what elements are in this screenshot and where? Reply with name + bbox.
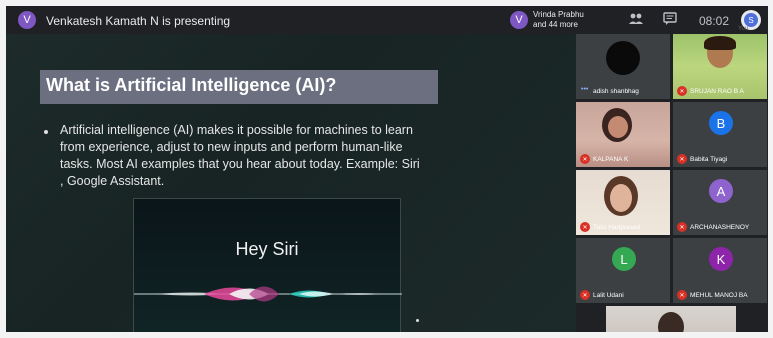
participant-tile[interactable]: ✕ KALPANA K xyxy=(576,102,670,167)
participant-name: Babita Tiyagi xyxy=(690,156,728,163)
mic-off-icon: ✕ xyxy=(677,86,687,96)
mic-off-icon: ✕ xyxy=(580,290,590,300)
participant-tile[interactable] xyxy=(606,306,736,332)
participant-face xyxy=(610,184,632,212)
siri-image: Hey Siri xyxy=(133,198,402,332)
slide-bullet: Artificial intelligence (AI) makes it po… xyxy=(60,123,420,188)
viewer-more[interactable]: and 44 more xyxy=(533,20,578,30)
participant-tile[interactable]: K ✕ MEHUL MANOJ BA xyxy=(673,238,767,303)
participant-name: adish shanbhag xyxy=(593,88,639,95)
viewer-name[interactable]: Vrinda Prabhu xyxy=(533,10,584,20)
slide-title-bar: What is Artificial Intelligence (AI)? xyxy=(40,70,438,104)
siri-text: Hey Siri xyxy=(235,239,299,259)
more-dots-icon: ••• xyxy=(581,86,589,93)
participant-avatar: L xyxy=(612,247,636,271)
participant-name: Lalit Udani xyxy=(593,292,624,299)
participant-name: MEHUL MANOJ BA xyxy=(690,292,748,299)
meet-window: V Venkatesh Kamath N is presenting V Vri… xyxy=(6,6,768,332)
participant-name: Tulsi Hariprasad xyxy=(593,224,641,231)
bullet-dot xyxy=(44,130,48,134)
participant-name: ARCHANASHENOY xyxy=(690,224,750,231)
viewer-avatar[interactable]: V xyxy=(510,11,528,29)
presenter-label: Venkatesh Kamath N is presenting xyxy=(46,14,231,28)
participant-avatar: K xyxy=(709,247,733,271)
participant-tile[interactable]: ✕ SRUJAN RAO B A xyxy=(673,34,767,99)
mic-off-icon: ✕ xyxy=(580,154,590,164)
top-bar: V Venkatesh Kamath N is presenting V Vri… xyxy=(6,6,768,34)
presenter-avatar: V xyxy=(18,11,36,29)
participant-tile[interactable]: B ✕ Babita Tiyagi xyxy=(673,102,767,167)
self-label: You xyxy=(738,26,749,32)
participant-avatar: B xyxy=(709,111,733,135)
participant-face xyxy=(608,116,628,138)
siri-waveform xyxy=(134,286,402,302)
cursor xyxy=(416,319,419,322)
mic-off-icon: ✕ xyxy=(580,222,590,232)
self-avatar-initial: S xyxy=(744,13,758,27)
chat-icon[interactable] xyxy=(663,12,677,29)
participant-tile[interactable]: ••• adish shanbhag xyxy=(576,34,670,99)
participant-name: SRUJAN RAO B A xyxy=(690,88,744,95)
people-icon[interactable] xyxy=(628,12,644,29)
mic-off-icon: ✕ xyxy=(677,290,687,300)
mic-off-icon: ✕ xyxy=(677,154,687,164)
participant-hair xyxy=(704,36,736,50)
slide-title: What is Artificial Intelligence (AI)? xyxy=(46,75,337,95)
participants-grid: ••• adish shanbhag ✕ SRUJAN RAO B A ✕ KA… xyxy=(576,34,768,332)
participant-tile[interactable]: A ✕ ARCHANASHENOY xyxy=(673,170,767,235)
participant-name: KALPANA K xyxy=(593,156,629,163)
mic-off-icon: ✕ xyxy=(677,222,687,232)
presentation-slide: What is Artificial Intelligence (AI)? Ar… xyxy=(6,34,576,332)
participant-video-off xyxy=(606,41,640,75)
clock: 08:02 xyxy=(699,14,730,28)
participant-tile[interactable]: ✕ Tulsi Hariprasad xyxy=(576,170,670,235)
participant-tile[interactable]: L ✕ Lalit Udani xyxy=(576,238,670,303)
participant-avatar: A xyxy=(709,179,733,203)
